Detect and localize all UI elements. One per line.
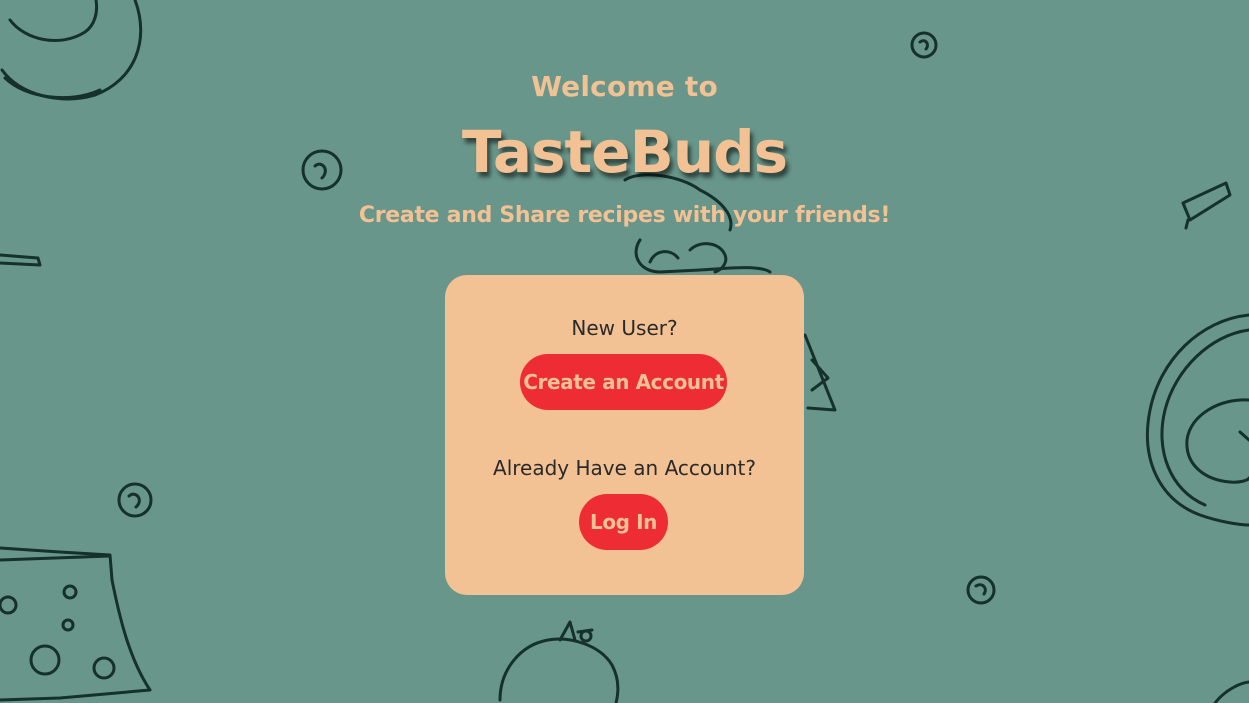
brand-logo-text: TasteBuds [461,118,788,186]
log-in-button[interactable]: Log In [579,494,668,550]
tomato-icon [498,620,620,703]
existing-user-prompt: Already Have an Account? [493,456,756,480]
pea-icon [966,575,996,605]
pea-icon [117,482,153,518]
cheese-icon [0,546,152,702]
welcome-heading: Welcome to [531,70,718,103]
fried-egg-icon [1145,313,1249,527]
stick-icon [0,253,42,267]
donut-icon [1213,680,1249,703]
create-account-button[interactable]: Create an Account [520,354,727,410]
new-user-prompt: New User? [571,316,678,340]
pea-icon [910,31,938,59]
tagline: Create and Share recipes with your frien… [358,203,891,228]
auth-card: New User? Create an Account Already Have… [445,275,804,595]
